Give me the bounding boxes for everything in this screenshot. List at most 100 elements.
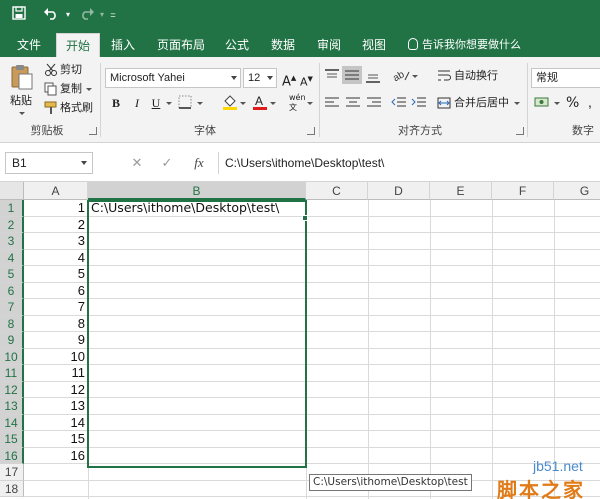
underline-dropdown-icon[interactable] [166, 102, 172, 105]
align-left-icon[interactable] [324, 96, 340, 113]
cell-a[interactable]: 6 [24, 283, 88, 300]
merge-center-icon[interactable] [437, 96, 451, 113]
row-header[interactable]: 1 [0, 200, 24, 217]
decrease-font-icon[interactable]: A▼ [300, 71, 313, 91]
font-color-dropdown-icon[interactable] [270, 102, 276, 105]
cell-a[interactable]: 2 [24, 217, 88, 234]
phonetic-guide-icon[interactable]: wén 文 [289, 93, 306, 113]
check-icon[interactable]: ✓ [156, 152, 178, 174]
copy-icon[interactable] [44, 82, 58, 99]
cell-a[interactable]: 14 [24, 415, 88, 432]
row-header[interactable]: 9 [0, 332, 24, 349]
paste-label[interactable]: 粘贴 [10, 93, 32, 109]
paste-dropdown-icon[interactable] [19, 112, 25, 115]
merge-dropdown-icon[interactable] [514, 102, 520, 105]
alignment-launcher-icon[interactable] [516, 127, 524, 135]
column-header-f[interactable]: F [492, 182, 554, 200]
row-header[interactable]: 12 [0, 381, 24, 398]
row-header[interactable]: 8 [0, 315, 24, 332]
redo-dropdown-icon[interactable]: ▾ [98, 6, 106, 24]
cell-a[interactable]: 12 [24, 382, 88, 399]
column-header-d[interactable]: D [368, 182, 430, 200]
row-header[interactable]: 17 [0, 464, 24, 481]
row-header[interactable]: 11 [0, 365, 24, 382]
scissors-icon[interactable] [44, 63, 58, 80]
fill-color-dropdown-icon[interactable] [240, 102, 246, 105]
orientation-dropdown-icon[interactable] [412, 75, 418, 78]
font-color-icon[interactable]: A [252, 93, 268, 114]
row-header[interactable]: 7 [0, 299, 24, 316]
tab-view[interactable]: 视图 [355, 33, 393, 57]
border-icon[interactable] [178, 95, 192, 112]
cut-label[interactable]: 剪切 [60, 62, 82, 78]
save-icon[interactable] [10, 6, 28, 24]
underline-button[interactable]: U [147, 94, 165, 112]
align-bottom-icon[interactable] [365, 69, 381, 86]
orientation-icon[interactable]: ab [391, 68, 411, 85]
copy-label[interactable]: 复制 [60, 81, 82, 97]
paste-icon[interactable] [10, 63, 34, 94]
formula-input[interactable]: C:\Users\ithome\Desktop\test\ [218, 152, 600, 174]
number-format-select[interactable]: 常规 [531, 68, 600, 88]
close-icon[interactable]: ✕ [126, 152, 148, 174]
decrease-indent-icon[interactable] [391, 96, 407, 113]
italic-button[interactable]: I [128, 94, 146, 112]
currency-icon[interactable] [534, 95, 550, 112]
row-header[interactable]: 6 [0, 282, 24, 299]
currency-dropdown-icon[interactable] [554, 102, 560, 105]
merge-center-label[interactable]: 合并后居中 [454, 95, 509, 111]
row-header[interactable]: 2 [0, 216, 24, 233]
row-header[interactable]: 16 [0, 447, 24, 464]
cell-a[interactable]: 9 [24, 332, 88, 349]
fx-icon[interactable]: fx [188, 152, 210, 174]
wrap-text-icon[interactable] [437, 69, 451, 86]
tell-me-box[interactable]: 告诉我你想要做什么 [408, 33, 521, 57]
chevron-down-icon[interactable]: = [108, 6, 118, 24]
name-box[interactable]: B1 [5, 152, 93, 174]
tab-review[interactable]: 审阅 [310, 33, 348, 57]
font-family-select[interactable]: Microsoft Yahei [105, 68, 241, 88]
cell-a[interactable]: 11 [24, 365, 88, 382]
undo-dropdown-icon[interactable]: ▾ [64, 6, 72, 24]
row-header[interactable]: 18 [0, 480, 24, 497]
tab-home[interactable]: 开始 [56, 33, 100, 57]
tab-file[interactable]: 文件 [8, 33, 50, 57]
font-size-select[interactable]: 12 [243, 68, 277, 88]
cell-a[interactable]: 3 [24, 233, 88, 250]
column-header-e[interactable]: E [430, 182, 492, 200]
column-header-b[interactable]: B [88, 182, 306, 200]
copy-dropdown-icon[interactable] [86, 88, 92, 91]
increase-font-icon[interactable]: A▲ [282, 70, 296, 90]
tab-formulas[interactable]: 公式 [218, 33, 256, 57]
column-header-a[interactable]: A [24, 182, 88, 200]
select-all-corner[interactable] [0, 182, 24, 200]
row-header[interactable]: 3 [0, 233, 24, 250]
worksheet-grid[interactable]: A B C D E F G 1 1 C:\Users\ithome\Desktop\… [0, 182, 600, 499]
cell-a[interactable]: 10 [24, 349, 88, 366]
row-header[interactable]: 10 [0, 348, 24, 365]
cell-a[interactable]: 16 [24, 448, 88, 465]
phonetic-dropdown-icon[interactable] [307, 102, 313, 105]
format-painter-icon[interactable] [44, 101, 58, 118]
row-header[interactable]: 13 [0, 398, 24, 415]
row-header[interactable]: 15 [0, 431, 24, 448]
cell-a[interactable]: 7 [24, 299, 88, 316]
format-painter-label[interactable]: 格式刷 [60, 100, 93, 116]
redo-icon[interactable] [78, 6, 96, 24]
bold-button[interactable]: B [107, 94, 125, 112]
column-header-c[interactable]: C [306, 182, 368, 200]
align-top-icon[interactable] [324, 69, 340, 86]
cell-a[interactable]: 8 [24, 316, 88, 333]
row-header[interactable]: 4 [0, 249, 24, 266]
row-header[interactable]: 14 [0, 414, 24, 431]
wrap-text-label[interactable]: 自动换行 [454, 68, 498, 84]
align-right-icon[interactable] [366, 96, 382, 113]
clipboard-launcher-icon[interactable] [89, 127, 97, 135]
cell-a[interactable]: 13 [24, 398, 88, 415]
tab-insert[interactable]: 插入 [104, 33, 142, 57]
cell-a[interactable]: 4 [24, 250, 88, 267]
font-launcher-icon[interactable] [307, 127, 315, 135]
cell-a[interactable]: 1 [24, 200, 88, 217]
align-middle-icon[interactable] [342, 66, 362, 84]
comma-style-icon[interactable]: , [586, 93, 600, 114]
